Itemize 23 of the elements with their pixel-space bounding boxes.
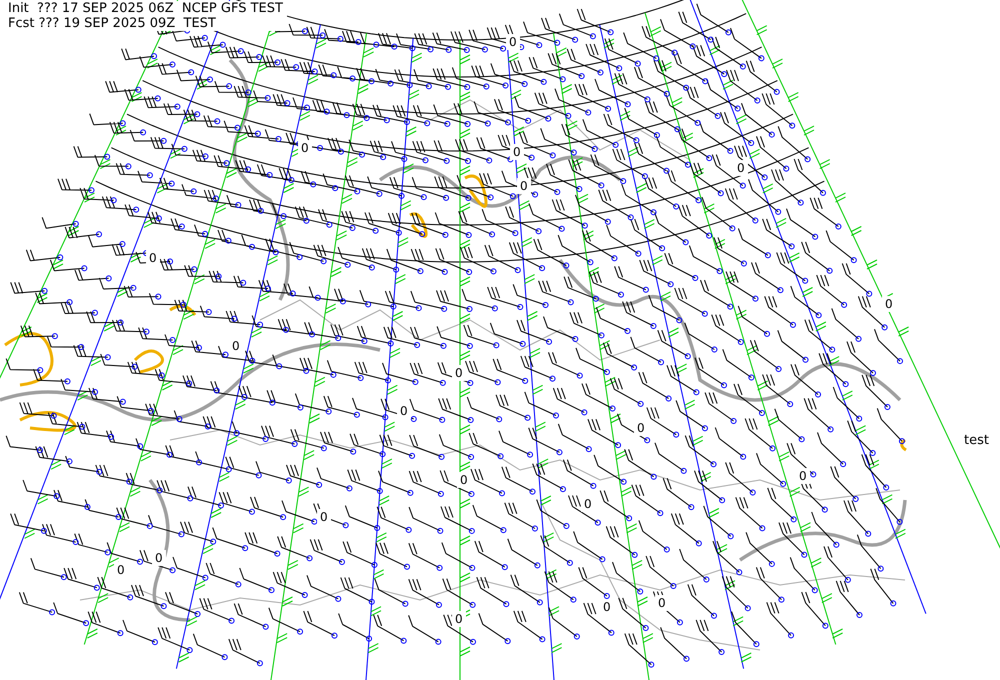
contour-label: 0 bbox=[455, 366, 463, 380]
contour-label: 0 bbox=[520, 179, 528, 193]
contour-label: 0 bbox=[155, 551, 163, 565]
contour-label: 0 bbox=[455, 612, 463, 626]
contour-label: 0 bbox=[737, 161, 745, 175]
contour-label: 0 bbox=[603, 600, 611, 614]
contour-label: 0 bbox=[799, 469, 807, 483]
contour-label: 0 bbox=[509, 35, 517, 49]
contour-label: 0 bbox=[301, 141, 309, 155]
contour-label: 0 bbox=[637, 421, 645, 435]
contour-label: 0 bbox=[460, 473, 468, 487]
contour-label: 0 bbox=[149, 251, 157, 265]
init-time-line: Init ??? 17 SEP 2025 06Z NCEP GFS TEST bbox=[8, 1, 283, 16]
forecast-time-line: Fcst ??? 19 SEP 2025 09Z TEST bbox=[8, 16, 217, 31]
side-label: test bbox=[964, 433, 989, 448]
contour-label: 0 bbox=[513, 145, 521, 159]
contour-label: 0 bbox=[232, 339, 240, 353]
contour-label: 0 bbox=[885, 297, 893, 311]
contour-label: 0 bbox=[320, 510, 328, 524]
contour-label: 0 bbox=[584, 497, 592, 511]
contour-label: 0 bbox=[400, 404, 408, 418]
contour-label: 0 bbox=[117, 563, 125, 577]
contour-label: 0 bbox=[658, 596, 666, 610]
